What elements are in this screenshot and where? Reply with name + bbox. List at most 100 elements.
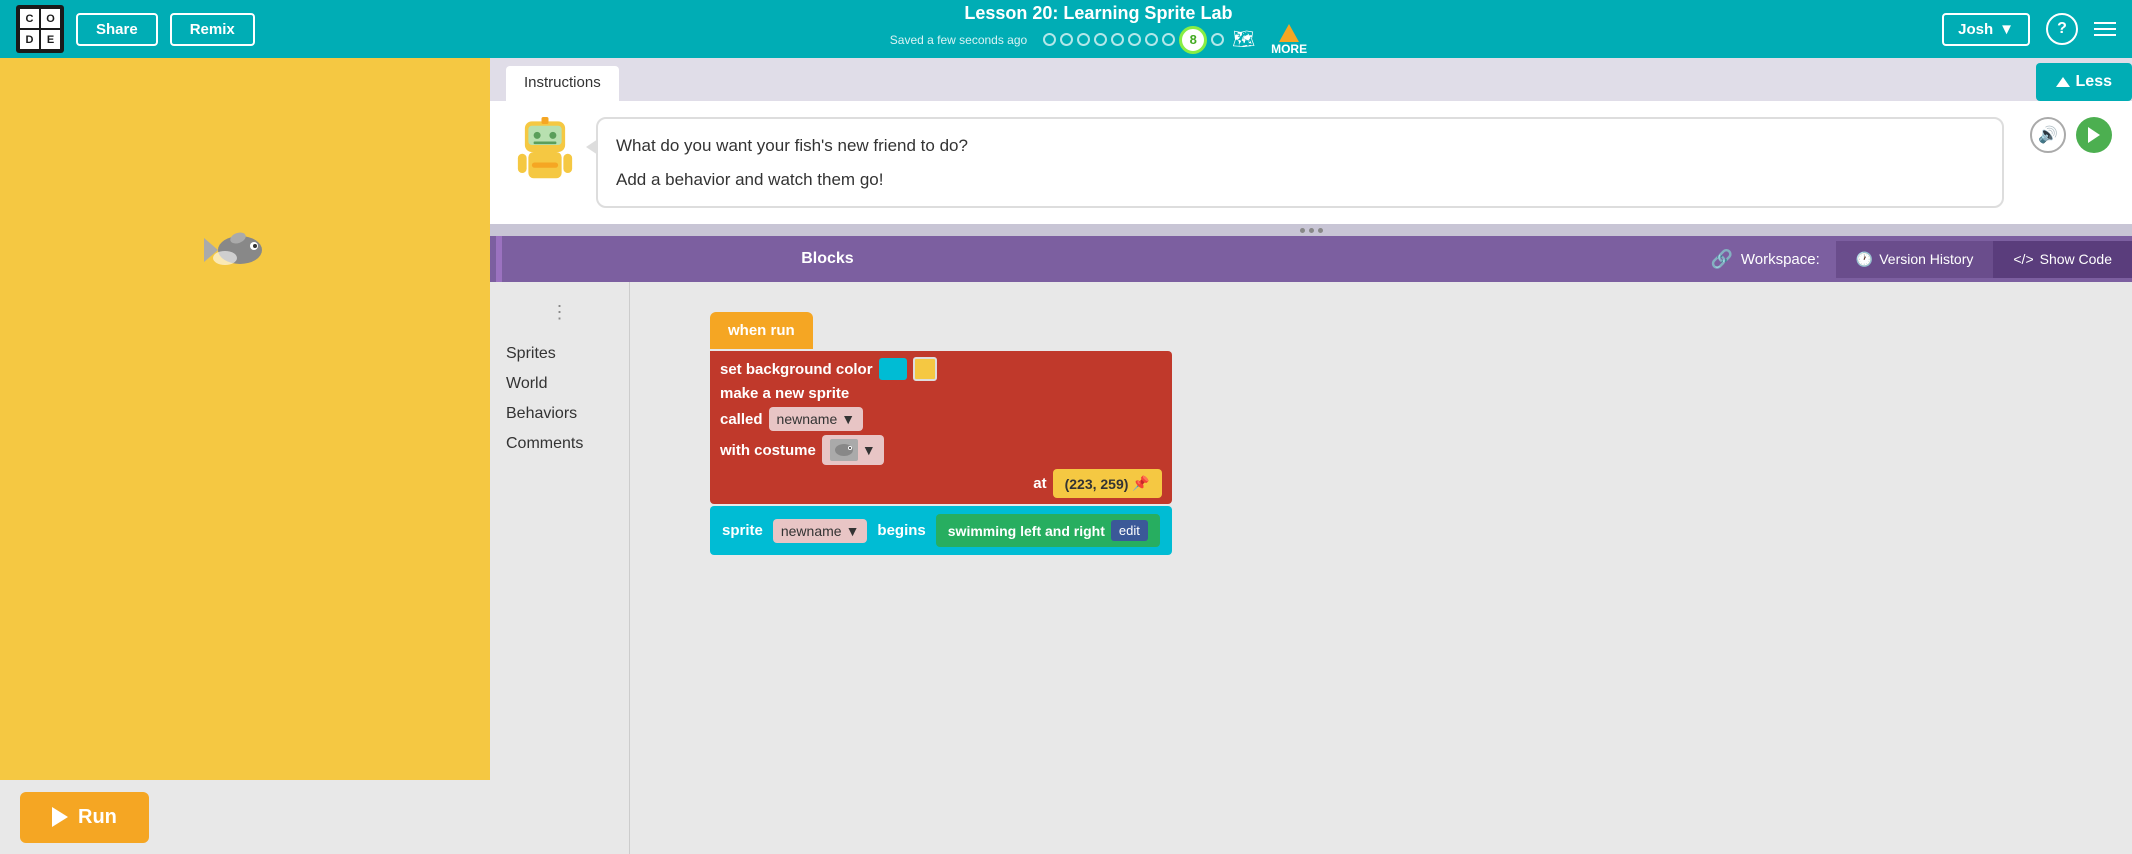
sprite-begins-block[interactable]: sprite newname ▼ begins swimming left an… [710, 506, 1172, 555]
set-background-row: set background color [720, 357, 1162, 381]
run-label: Run [78, 806, 117, 829]
coords-block[interactable]: (223, 259) 📌 [1053, 469, 1162, 498]
dropdown-arrow2: ▼ [846, 523, 860, 539]
show-code-label: Show Code [2040, 251, 2112, 267]
logo-e: E [41, 30, 60, 49]
color-swatch[interactable] [913, 357, 937, 381]
blocks-sidebar: ⋮ Sprites World Behaviors Comments [490, 282, 630, 854]
sidebar-item-world[interactable]: World [506, 375, 613, 393]
begins-label: begins [877, 522, 925, 539]
less-label: Less [2076, 73, 2112, 91]
hamburger-menu[interactable] [2094, 22, 2116, 36]
blocks-tab[interactable]: Blocks [502, 250, 1153, 268]
logo-o: O [41, 9, 60, 28]
map-icon: 🗺 [1232, 29, 1255, 50]
lesson-title: Lesson 20: Learning Sprite Lab [964, 3, 1232, 24]
sprite-name2-dropdown[interactable]: newname ▼ [773, 519, 868, 543]
version-history-label: Version History [1879, 251, 1973, 267]
main-layout: Run Instructions Less [0, 58, 2132, 854]
block-stack: when run set background color [710, 312, 1172, 555]
coords-value: (223, 259) [1065, 476, 1129, 492]
help-icon: ? [2057, 20, 2067, 38]
link-icon: 🔗 [1710, 249, 1732, 270]
canvas-area [0, 58, 490, 780]
called-row: called newname ▼ [720, 407, 1162, 431]
fish-sprite [200, 218, 280, 278]
costume-thumbnail [830, 439, 858, 461]
make-sprite-row: make a new sprite [720, 385, 1162, 403]
logo-c: C [20, 9, 39, 28]
play-icon [52, 807, 68, 827]
drag-dots-icon: ⋮ [551, 302, 569, 323]
sidebar-item-sprites[interactable]: Sprites [506, 345, 613, 363]
called-label: called [720, 411, 763, 428]
version-history-button[interactable]: 🕐 Version History [1836, 241, 1994, 278]
share-button[interactable]: Share [76, 13, 158, 46]
edit-button[interactable]: edit [1111, 520, 1148, 541]
more-label: MORE [1271, 42, 1307, 56]
make-sprite-label: make a new sprite [720, 385, 849, 402]
speech-controls: 🔊 [2030, 117, 2112, 153]
when-run-label: when run [710, 312, 813, 349]
progress-dot-7[interactable] [1145, 33, 1158, 46]
behavior-block[interactable]: swimming left and right edit [936, 514, 1160, 547]
help-button[interactable]: ? [2046, 13, 2078, 45]
progress-bar: 8 🗺 [1043, 26, 1255, 54]
red-block-container[interactable]: set background color make a new sprite c… [710, 351, 1172, 504]
costume-picker[interactable]: ▼ [822, 435, 884, 465]
workspace-header: Blocks 🔗 Workspace: 🕐 Version History </… [490, 236, 2132, 282]
progress-dot-3[interactable] [1077, 33, 1090, 46]
sprite-name-dropdown[interactable]: newname ▼ [769, 407, 864, 431]
saved-status: Saved a few seconds ago [890, 33, 1027, 47]
logo: C O D E [16, 5, 64, 53]
progress-dot-4[interactable] [1094, 33, 1107, 46]
robot-avatar [510, 117, 580, 187]
progress-dot-current[interactable]: 8 [1179, 26, 1207, 54]
header-center: Lesson 20: Learning Sprite Lab Saved a f… [267, 3, 1930, 56]
run-button[interactable]: Run [20, 792, 149, 843]
remix-button[interactable]: Remix [170, 13, 255, 46]
user-button[interactable]: Josh ▼ [1942, 13, 2030, 46]
code-icon: </> [2013, 251, 2033, 267]
progress-dot-5[interactable] [1111, 33, 1124, 46]
resize-dot-1 [1300, 228, 1305, 233]
set-background-label: set background color [720, 361, 873, 378]
resize-handle[interactable] [490, 224, 2132, 236]
logo-d: D [20, 30, 39, 49]
color-picker-icon[interactable] [879, 358, 907, 380]
progress-dot-8[interactable] [1162, 33, 1175, 46]
play-instruction-button[interactable] [2076, 117, 2112, 153]
progress-dot-1[interactable] [1043, 33, 1056, 46]
costume-arrow: ▼ [862, 442, 876, 458]
resize-dots [1300, 228, 1323, 233]
instructions-tab[interactable]: Instructions [506, 66, 619, 101]
dropdown-arrow: ▼ [841, 411, 855, 427]
sidebar-item-comments[interactable]: Comments [506, 435, 613, 453]
show-code-button[interactable]: </> Show Code [1993, 241, 2132, 278]
less-button[interactable]: Less [2036, 63, 2132, 101]
hamburger-line-2 [2094, 28, 2116, 30]
play-icon [2088, 127, 2100, 143]
workspace-actions: 🕐 Version History </> Show Code [1836, 241, 2132, 278]
right-panel: Instructions Less [490, 58, 2132, 854]
pin-icon: 📌 [1132, 475, 1149, 492]
at-label: at [1033, 475, 1046, 492]
with-costume-label: with costume [720, 442, 816, 459]
resize-dot-2 [1309, 228, 1314, 233]
progress-dot-9[interactable] [1211, 33, 1224, 46]
more-button[interactable]: MORE [1271, 24, 1307, 56]
fish-thumbnail-icon [830, 439, 858, 461]
with-costume-row: with costume [720, 435, 1162, 465]
sidebar-item-behaviors[interactable]: Behaviors [506, 405, 613, 423]
when-run-block[interactable]: when run [710, 312, 1172, 349]
sprite-name2-value: newname [781, 523, 842, 539]
progress-dot-6[interactable] [1128, 33, 1141, 46]
sound-icon: 🔊 [2038, 125, 2058, 145]
resize-dot-3 [1318, 228, 1323, 233]
progress-dot-2[interactable] [1060, 33, 1073, 46]
user-chevron-icon: ▼ [1999, 21, 2014, 38]
blocks-workspace[interactable]: when run set background color [630, 282, 2132, 854]
chevron-up-icon [2056, 77, 2070, 87]
user-name: Josh [1958, 21, 1993, 38]
sound-button[interactable]: 🔊 [2030, 117, 2066, 153]
